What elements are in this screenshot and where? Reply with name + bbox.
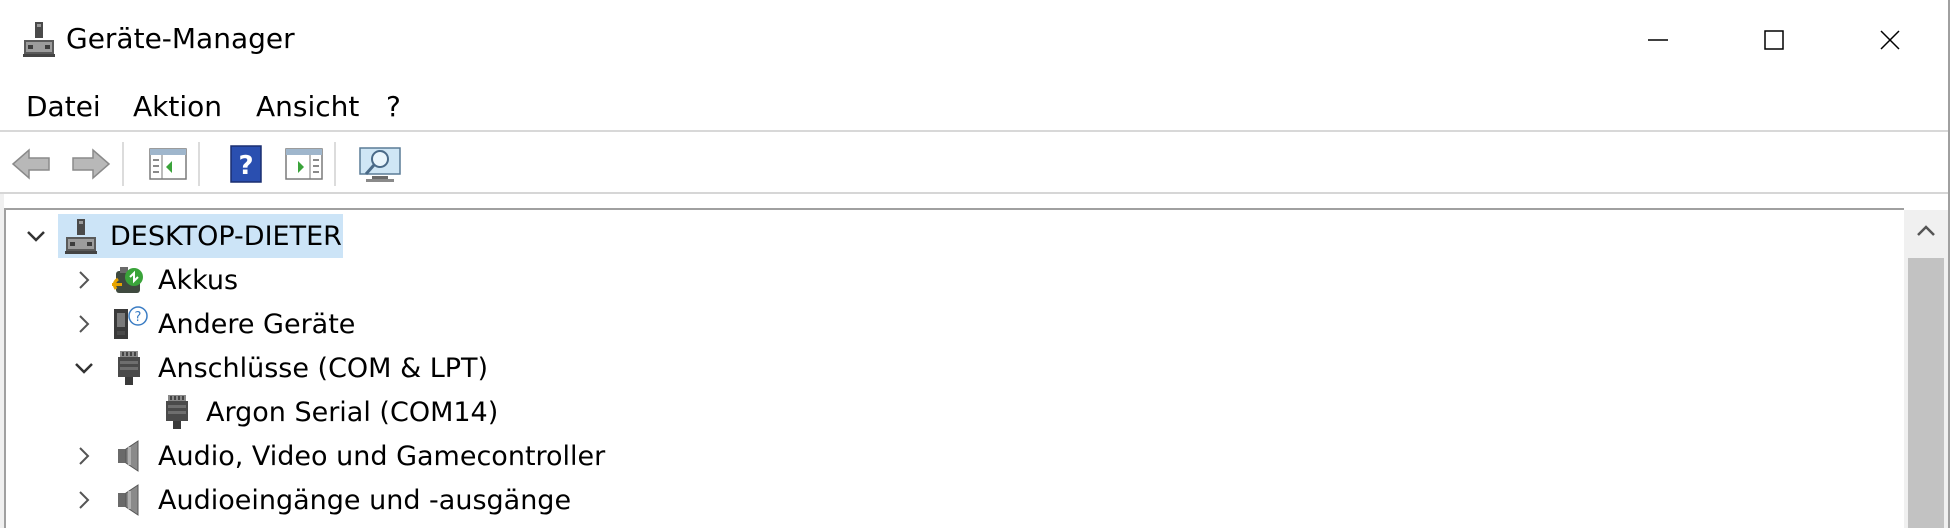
battery-icon — [112, 267, 143, 293]
show-action-pane-icon — [285, 148, 323, 180]
tree-item-label: Audioeingänge und -ausgänge — [158, 484, 572, 516]
device-tree[interactable]: DESKTOP-DIETER Akkus ? Andere Geräte Ans… — [4, 208, 1904, 528]
close-icon — [1880, 30, 1900, 50]
menu-bar: Datei Aktion Ansicht ? — [0, 80, 1948, 132]
scroll-thumb[interactable] — [1908, 258, 1944, 528]
minimize-icon — [1648, 39, 1668, 41]
scan-hardware-icon — [359, 147, 401, 182]
device-manager-window: Geräte-Manager Datei Aktion Ansicht ? ? … — [0, 0, 1950, 528]
chevron-right-icon[interactable] — [72, 488, 96, 512]
unknown-device-icon: ? — [114, 306, 148, 339]
svg-text:?: ? — [135, 310, 142, 325]
tree-item-label: Anschlüsse (COM & LPT) — [158, 352, 489, 384]
scan-hardware-button[interactable] — [356, 142, 404, 186]
tree-item-label: Andere Geräte — [158, 308, 356, 340]
chevron-right-icon[interactable] — [72, 312, 96, 336]
scroll-up-button[interactable] — [1904, 210, 1948, 252]
show-hide-console-tree-icon — [149, 148, 187, 180]
toolbar-separator — [198, 142, 200, 186]
svg-text:?: ? — [238, 151, 253, 181]
back-arrow-icon — [11, 148, 50, 180]
maximize-icon — [1764, 30, 1784, 50]
help-icon: ? — [230, 145, 262, 183]
minimize-button[interactable] — [1600, 0, 1716, 80]
title-bar[interactable]: Geräte-Manager — [0, 0, 1948, 80]
back-button[interactable] — [8, 142, 56, 186]
tree-item-label: Akkus — [158, 264, 239, 296]
chevron-up-icon — [1917, 225, 1935, 236]
tree-item-label: Argon Serial (COM14) — [206, 396, 499, 428]
help-button[interactable]: ? — [222, 142, 270, 186]
chevron-right-icon[interactable] — [72, 268, 96, 292]
menu-ansicht[interactable]: Ansicht — [256, 90, 359, 123]
toolbar-separator — [122, 142, 124, 186]
speaker-icon — [118, 440, 139, 472]
menu-aktion[interactable]: Aktion — [133, 90, 222, 123]
show-hide-console-tree-button[interactable] — [144, 142, 192, 186]
maximize-button[interactable] — [1716, 0, 1832, 80]
port-icon — [166, 395, 188, 429]
show-action-pane-button[interactable] — [280, 142, 328, 186]
tree-item-andere-geraete[interactable]: ? Andere Geräte — [110, 302, 355, 346]
device-manager-icon — [23, 22, 55, 57]
tree-item-label: DESKTOP-DIETER — [110, 220, 342, 252]
chevron-right-icon[interactable] — [72, 444, 96, 468]
tree-root-desktop-dieter[interactable]: DESKTOP-DIETER — [64, 214, 342, 258]
menu-help[interactable]: ? — [386, 90, 401, 123]
close-button[interactable] — [1832, 0, 1948, 80]
chevron-down-icon[interactable] — [24, 224, 48, 248]
speaker-icon — [118, 484, 139, 516]
toolbar-separator — [334, 142, 336, 186]
forward-arrow-icon — [72, 148, 111, 180]
tree-item-akkus[interactable]: Akkus — [110, 258, 238, 302]
tree-item-anschluesse[interactable]: Anschlüsse (COM & LPT) — [110, 346, 488, 390]
tree-item-audioeingaenge[interactable]: Audioeingänge und -ausgänge — [110, 478, 571, 522]
window-title: Geräte-Manager — [66, 22, 295, 55]
toolbar: ? — [0, 134, 1948, 194]
forward-button[interactable] — [66, 142, 114, 186]
menu-datei[interactable]: Datei — [26, 90, 101, 123]
computer-icon — [65, 219, 97, 254]
tree-item-audio-video[interactable]: Audio, Video und Gamecontroller — [110, 434, 605, 478]
chevron-down-icon[interactable] — [72, 356, 96, 380]
tree-item-argon-serial[interactable]: Argon Serial (COM14) — [158, 390, 498, 434]
tree-item-label: Audio, Video und Gamecontroller — [158, 440, 606, 472]
vertical-scrollbar[interactable] — [1904, 210, 1948, 528]
port-icon — [118, 351, 140, 385]
